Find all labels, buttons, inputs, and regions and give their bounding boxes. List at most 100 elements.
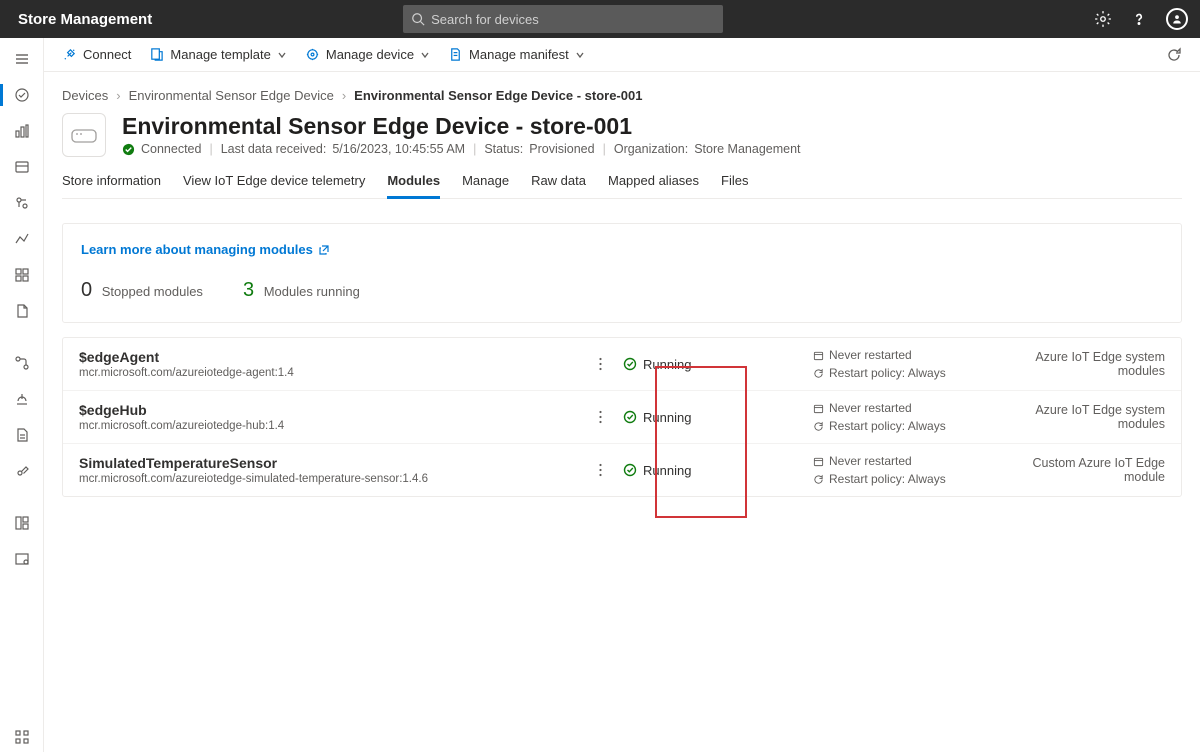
tab-raw-data[interactable]: Raw data — [531, 167, 586, 198]
learn-more-label: Learn more about managing modules — [81, 242, 313, 257]
connected-icon — [122, 143, 135, 156]
device-meta: Connected | Last data received: 5/16/202… — [122, 142, 801, 156]
refresh-icon — [813, 421, 824, 432]
nav-app-settings[interactable] — [0, 508, 44, 538]
nav-rules[interactable] — [0, 348, 44, 378]
restart-policy: Restart policy: Always — [813, 364, 993, 382]
module-more-icon[interactable] — [599, 357, 623, 371]
module-name: $edgeAgent — [79, 349, 599, 365]
module-status: Running — [623, 410, 813, 425]
module-row[interactable]: SimulatedTemperatureSensor mcr.microsoft… — [63, 443, 1181, 496]
nav-jobs[interactable] — [0, 296, 44, 326]
module-type: Custom Azure IoT Edge module — [993, 456, 1165, 484]
tab-modules[interactable]: Modules — [387, 167, 440, 198]
learn-more-link[interactable]: Learn more about managing modules — [81, 242, 330, 257]
status-value: Provisioned — [529, 142, 594, 156]
running-count: 3 — [243, 279, 254, 301]
last-data-label: Last data received: — [221, 142, 327, 156]
module-row[interactable]: $edgeHub mcr.microsoft.com/azureiotedge-… — [63, 390, 1181, 443]
chevron-down-icon — [575, 50, 585, 60]
module-status-text: Running — [643, 410, 691, 425]
module-image: mcr.microsoft.com/azureiotedge-hub:1.4 — [79, 420, 599, 432]
last-data-value: 5/16/2023, 10:45:55 AM — [332, 142, 465, 156]
nav-devices[interactable] — [0, 80, 44, 110]
restart-policy: Restart policy: Always — [813, 470, 993, 488]
module-status-text: Running — [643, 463, 691, 478]
tab-telemetry[interactable]: View IoT Edge device telemetry — [183, 167, 365, 198]
device-title: Environmental Sensor Edge Device - store… — [122, 113, 801, 140]
nav-data-export[interactable] — [0, 384, 44, 414]
tab-files[interactable]: Files — [721, 167, 748, 198]
nav-device-groups[interactable] — [0, 152, 44, 182]
module-image: mcr.microsoft.com/azureiotedge-agent:1.4 — [79, 367, 599, 379]
connected-label: Connected — [141, 142, 201, 156]
calendar-icon — [813, 350, 824, 361]
org-value: Store Management — [694, 142, 800, 156]
running-counter: 3 Modules running — [243, 279, 360, 302]
module-name: $edgeHub — [79, 402, 599, 418]
module-type: Azure IoT Edge system modules — [993, 350, 1165, 378]
top-right-controls — [1094, 8, 1188, 30]
manage-manifest-label: Manage manifest — [469, 47, 569, 62]
nav-analytics[interactable] — [0, 224, 44, 254]
settings-icon[interactable] — [1094, 10, 1112, 28]
hamburger-icon[interactable] — [0, 44, 44, 74]
breadcrumb-sep: › — [342, 88, 346, 103]
chevron-down-icon — [420, 50, 430, 60]
nav-audit-logs[interactable] — [0, 420, 44, 450]
module-more-icon[interactable] — [599, 463, 623, 477]
nav-dashboards[interactable] — [0, 116, 44, 146]
breadcrumb-parent[interactable]: Environmental Sensor Edge Device — [129, 88, 334, 103]
restart-policy: Restart policy: Always — [813, 417, 993, 435]
refresh-button[interactable] — [1166, 47, 1182, 63]
stopped-label: Stopped modules — [102, 284, 203, 299]
main-content: Connect Manage template Manage device Ma… — [44, 38, 1200, 752]
nav-data-explorer[interactable] — [0, 260, 44, 290]
manage-device-label: Manage device — [326, 47, 414, 62]
tab-store-information[interactable]: Store information — [62, 167, 161, 198]
top-bar: Store Management — [0, 0, 1200, 38]
external-link-icon — [318, 244, 330, 256]
manage-template-label: Manage template — [170, 47, 270, 62]
module-status: Running — [623, 463, 813, 478]
modules-summary-panel: Learn more about managing modules 0 Stop… — [62, 223, 1182, 323]
restart-count: Never restarted — [813, 399, 993, 417]
running-icon — [623, 410, 637, 424]
app-title: Store Management — [18, 11, 152, 28]
running-icon — [623, 463, 637, 477]
nav-apps[interactable] — [0, 722, 44, 752]
running-icon — [623, 357, 637, 371]
module-row[interactable]: $edgeAgent mcr.microsoft.com/azureiotedg… — [63, 338, 1181, 390]
breadcrumb: Devices › Environmental Sensor Edge Devi… — [62, 88, 1182, 103]
running-label: Modules running — [264, 284, 360, 299]
chevron-down-icon — [277, 50, 287, 60]
manage-manifest-button[interactable]: Manage manifest — [448, 47, 585, 62]
tab-mapped-aliases[interactable]: Mapped aliases — [608, 167, 699, 198]
restart-count: Never restarted — [813, 346, 993, 364]
command-bar: Connect Manage template Manage device Ma… — [44, 38, 1200, 72]
help-icon[interactable] — [1130, 10, 1148, 28]
refresh-icon — [813, 474, 824, 485]
connect-label: Connect — [83, 47, 131, 62]
device-thumb-icon — [62, 113, 106, 157]
manage-device-button[interactable]: Manage device — [305, 47, 430, 62]
module-list: $edgeAgent mcr.microsoft.com/azureiotedg… — [62, 337, 1182, 497]
search-icon — [411, 12, 425, 26]
module-type: Azure IoT Edge system modules — [993, 403, 1165, 431]
module-status: Running — [623, 357, 813, 372]
manage-template-button[interactable]: Manage template — [149, 47, 286, 62]
stopped-count: 0 — [81, 279, 92, 301]
breadcrumb-root[interactable]: Devices — [62, 88, 108, 103]
nav-customization[interactable] — [0, 544, 44, 574]
tab-manage[interactable]: Manage — [462, 167, 509, 198]
search-input[interactable] — [403, 5, 723, 33]
connect-button[interactable]: Connect — [62, 47, 131, 62]
module-image: mcr.microsoft.com/azureiotedge-simulated… — [79, 473, 599, 485]
module-status-text: Running — [643, 357, 691, 372]
nav-permissions[interactable] — [0, 456, 44, 486]
account-icon[interactable] — [1166, 8, 1188, 30]
breadcrumb-sep: › — [116, 88, 120, 103]
nav-device-templates[interactable] — [0, 188, 44, 218]
module-more-icon[interactable] — [599, 410, 623, 424]
status-label: Status: — [484, 142, 523, 156]
